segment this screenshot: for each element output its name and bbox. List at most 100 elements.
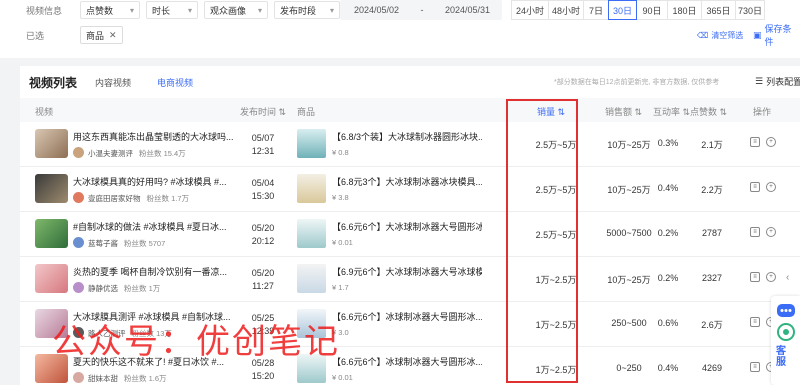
product-title[interactable]: 【6.6元6个】大冰球制冰器大号圆形冰... (332, 220, 482, 233)
publish-time: 05/07 12:31 (251, 133, 275, 156)
range-30d[interactable]: 30日 (608, 0, 637, 20)
range-90d[interactable]: 90日 (636, 0, 668, 20)
service-label: 客服 (776, 346, 786, 368)
chevron-down-icon: ▾ (329, 5, 334, 15)
author[interactable]: 蓝莓子酱 粉丝数 5707 (88, 238, 165, 249)
col-likes[interactable]: 点赞数 ⇅ (690, 105, 727, 118)
clear-filters-button[interactable]: ⌫ 清空筛选 (697, 27, 743, 43)
interaction-rate: 0.2% (657, 228, 679, 238)
save-filters-button[interactable]: ▣ 保存条件 (753, 24, 800, 47)
product-thumbnail[interactable] (297, 174, 326, 203)
save-icon: ▣ (753, 29, 762, 40)
video-thumbnail[interactable] (35, 174, 68, 203)
add-icon[interactable]: + (766, 227, 776, 237)
likes-count: 2.1万 (701, 140, 723, 150)
tab-content-videos[interactable]: 内容视频 (95, 76, 131, 89)
table-row[interactable]: 用这东西真能冻出晶莹剔透的大冰球吗... 小温夫妻测评 粉丝数 15.4万 05/… (20, 122, 800, 167)
add-icon[interactable]: + (766, 137, 776, 147)
row-actions: ≡+ (750, 272, 776, 282)
author[interactable]: 路人乙测评 粉丝数 13万 (88, 328, 172, 339)
chevron-down-icon: ▾ (129, 5, 134, 15)
sales-value: 2.5万~5万 (535, 185, 577, 195)
product-title[interactable]: 【6.6元6个】冰球制冰器大号圆形冰... (332, 310, 482, 323)
publish-time: 05/25 12:39 (251, 313, 275, 336)
product-title[interactable]: 【6.9元6个】大冰球制冰器大号冰球模... (332, 265, 482, 278)
close-icon[interactable]: ✕ (109, 30, 117, 41)
range-180d[interactable]: 180日 (667, 0, 702, 20)
likes-count: 2.2万 (701, 185, 723, 195)
column-config-button[interactable]: ☰ 列表配置 (755, 75, 800, 88)
detail-icon[interactable]: ≡ (750, 317, 760, 327)
detail-icon[interactable]: ≡ (750, 227, 760, 237)
video-thumbnail[interactable] (35, 309, 68, 338)
list-settings-icon: ☰ (755, 76, 764, 86)
product-thumbnail[interactable] (297, 129, 326, 158)
dropdown-likes[interactable]: 点赞数 ▾ (80, 1, 140, 19)
product-price: ¥ 0.8 (332, 148, 349, 157)
video-title[interactable]: 夏天的快乐这不就来了! #夏日冰饮 #... (73, 355, 257, 368)
sales-value: 2.5万~5万 (535, 140, 577, 150)
add-icon[interactable]: + (766, 272, 776, 282)
video-thumbnail[interactable] (35, 129, 68, 158)
product-title[interactable]: 【6.6元6个】冰球制冰器大号圆形冰... (332, 355, 482, 368)
product-thumbnail[interactable] (297, 354, 326, 383)
col-product: 商品 (297, 107, 316, 117)
col-sales[interactable]: 销量 ⇅ (537, 105, 565, 118)
video-title[interactable]: 大冰球膜具测评 #冰球模具 #自制冰球... (73, 310, 257, 323)
interaction-rate: 0.6% (657, 318, 679, 328)
product-thumbnail[interactable] (297, 309, 326, 338)
chevron-down-icon: ▾ (257, 5, 262, 15)
table-row[interactable]: 炎热的夏季 喝杯自制冷饮别有一番凉... 静静优选 粉丝数 1万 05/20 11:… (20, 257, 800, 302)
table-row[interactable]: 夏天的快乐这不就来了! #夏日冰饮 #... 甜妹本甜 粉丝数 1.6万 05/2… (20, 347, 800, 385)
video-thumbnail[interactable] (35, 264, 68, 293)
sales-value: 2.5万~5万 (535, 230, 577, 240)
video-title[interactable]: 大冰球模具真的好用吗? #冰球模具 #... (73, 175, 257, 188)
video-thumbnail[interactable] (35, 354, 68, 383)
interaction-rate: 0.2% (657, 273, 679, 283)
date-end: 2024/05/31 (444, 5, 490, 15)
dropdown-publish-period[interactable]: 发布时段 ▾ (274, 1, 340, 19)
ai-assistant-icon (777, 323, 795, 341)
tab-ecommerce-videos[interactable]: 电商视频 (157, 76, 193, 89)
video-title[interactable]: 用这东西真能冻出晶莹剔透的大冰球吗... (73, 130, 257, 143)
author[interactable]: 壹庭田居家好物 粉丝数 1.7万 (88, 193, 189, 204)
add-icon[interactable]: + (766, 182, 776, 192)
product-thumbnail[interactable] (297, 219, 326, 248)
table-row[interactable]: #自制冰球的做法 #冰球模具 #夏日冰... 蓝莓子酱 粉丝数 5707 05/2… (20, 212, 800, 257)
author[interactable]: 甜妹本甜 粉丝数 1.6万 (88, 373, 167, 384)
product-title[interactable]: 【6.8元3个】大冰球制冰器冰块模具... (332, 175, 482, 188)
col-sales-amount[interactable]: 销售额 ⇅ (605, 105, 642, 118)
range-48h[interactable]: 48小时 (548, 0, 584, 20)
avatar (73, 282, 84, 293)
range-730d[interactable]: 730日 (735, 0, 765, 20)
dropdown-duration[interactable]: 时长 ▾ (146, 1, 198, 19)
detail-icon[interactable]: ≡ (750, 182, 760, 192)
date-range-picker[interactable]: 2024/05/02 - 2024/05/31 (340, 0, 502, 20)
video-title[interactable]: #自制冰球的做法 #冰球模具 #夏日冰... (73, 220, 257, 233)
publish-time: 05/04 15:30 (251, 178, 275, 201)
table-row[interactable]: 大冰球模具真的好用吗? #冰球模具 #... 壹庭田居家好物 粉丝数 1.7万 0… (20, 167, 800, 212)
range-7d[interactable]: 7日 (583, 0, 609, 20)
video-thumbnail[interactable] (35, 219, 68, 248)
interaction-rate: 0.3% (657, 138, 679, 148)
author[interactable]: 静静优选 粉丝数 1万 (88, 283, 160, 294)
col-publish-time[interactable]: 发布时间 ⇅ (240, 105, 286, 118)
video-list-panel: 视频列表 内容视频 电商视频 *部分数据在每日12点前更新完, 非官方数据, 仅… (20, 66, 800, 385)
col-interaction-rate[interactable]: 互动率 ⇅ (653, 105, 690, 118)
product-price: ¥ 1.7 (332, 283, 349, 292)
range-365d[interactable]: 365日 (701, 0, 736, 20)
video-title[interactable]: 炎热的夏季 喝杯自制冷饮别有一番凉... (73, 265, 257, 278)
detail-icon[interactable]: ≡ (750, 272, 760, 282)
detail-icon[interactable]: ≡ (750, 137, 760, 147)
customer-service-widget[interactable]: 客服 (771, 296, 800, 385)
table-row[interactable]: 大冰球膜具测评 #冰球模具 #自制冰球... 路人乙测评 粉丝数 13万 05/2… (20, 302, 800, 347)
author[interactable]: 小温夫妻测评 粉丝数 15.4万 (88, 148, 186, 159)
dropdown-audience[interactable]: 观众画像 ▾ (204, 1, 268, 19)
date-separator: - (420, 5, 424, 15)
product-thumbnail[interactable] (297, 264, 326, 293)
product-price: ¥ 3.8 (332, 193, 349, 202)
range-24h[interactable]: 24小时 (511, 0, 549, 20)
product-title[interactable]: 【6.8/3个装】大冰球制冰器圆形冰块... (332, 130, 482, 143)
chevron-left-icon[interactable]: ‹ (786, 272, 789, 283)
detail-icon[interactable]: ≡ (750, 362, 760, 372)
